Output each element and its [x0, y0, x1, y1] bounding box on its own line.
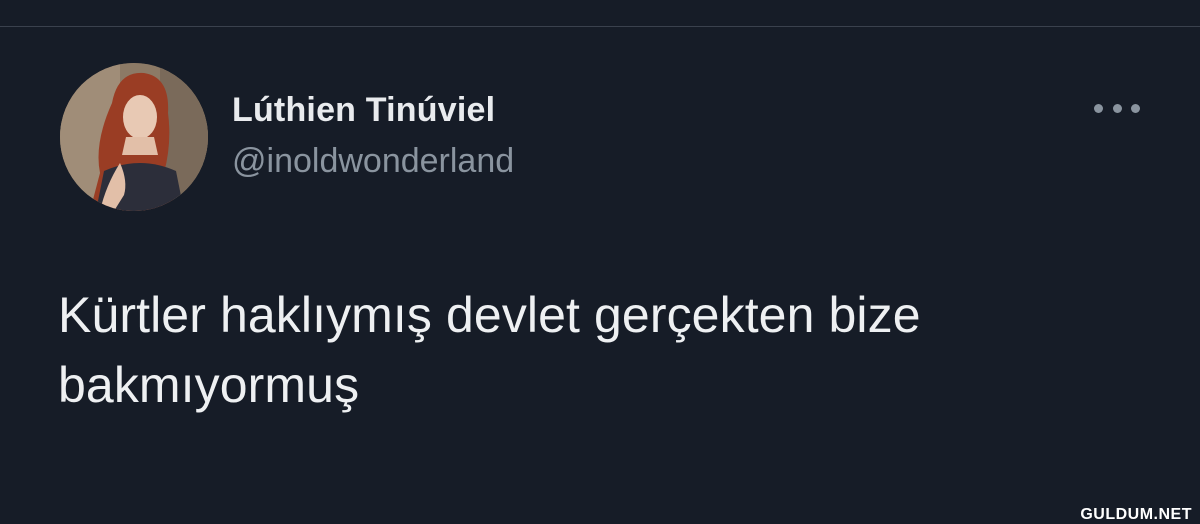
watermark: GULDUM.NET [1080, 506, 1192, 523]
more-options-button[interactable] [1094, 97, 1140, 119]
ellipsis-icon [1094, 103, 1103, 113]
ellipsis-icon [1131, 103, 1140, 113]
author-handle[interactable]: @inoldwonderland [232, 142, 514, 181]
ellipsis-icon [1112, 103, 1122, 113]
tweet-text: Kürtler haklıymış devlet gerçekten bize … [58, 287, 921, 413]
tweet-card: Lúthien Tinúviel @inoldwonderland Kürtle… [0, 27, 1200, 524]
author-display-name[interactable]: Lúthien Tinúviel [232, 91, 495, 130]
avatar-image [60, 63, 208, 211]
avatar[interactable] [60, 63, 208, 211]
